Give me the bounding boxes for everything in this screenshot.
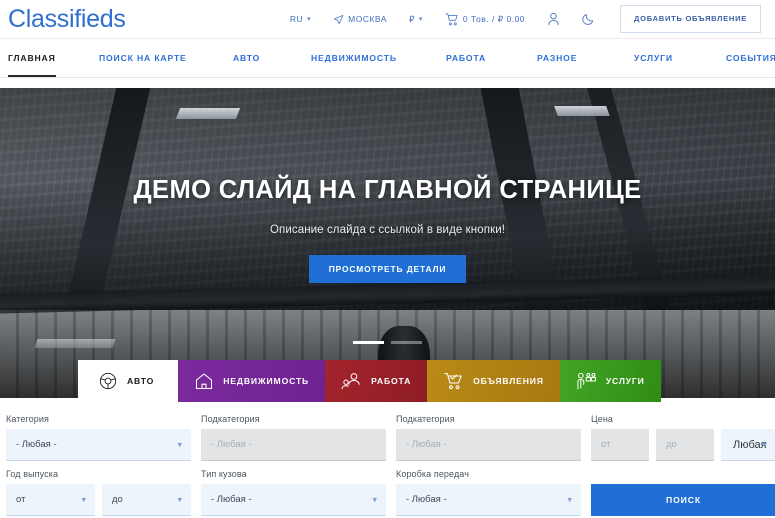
city-selector[interactable]: МОСКВА bbox=[322, 14, 398, 25]
location-arrow-icon bbox=[333, 14, 344, 25]
slider-dot-2[interactable] bbox=[391, 341, 422, 344]
language-label: RU bbox=[289, 14, 304, 24]
nav-item-events[interactable]: СОБЫТИЯ bbox=[726, 39, 775, 77]
city-label: МОСКВА bbox=[348, 14, 387, 24]
subcategory-2-input[interactable] bbox=[396, 429, 581, 461]
chevron-down-icon: ▾ bbox=[418, 15, 423, 23]
nav-item-realty[interactable]: НЕДВИЖИМОСТЬ bbox=[311, 39, 397, 77]
user-icon bbox=[547, 12, 560, 26]
field-submit: ПОИСК bbox=[591, 469, 775, 516]
search-form-row-1: Категория ▾ Подкатегория Подкатегори bbox=[6, 414, 775, 461]
year-to-select[interactable] bbox=[102, 484, 191, 516]
chevron-down-icon: ▾ bbox=[307, 15, 312, 23]
steering-wheel-icon bbox=[98, 371, 118, 391]
search-button[interactable]: ПОИСК bbox=[591, 484, 775, 516]
search-form: Категория ▾ Подкатегория Подкатегори bbox=[0, 408, 775, 518]
field-label-year: Год выпуска bbox=[6, 469, 59, 479]
gearbox-select[interactable] bbox=[396, 484, 581, 516]
nav-item-auto[interactable]: АВТО bbox=[233, 39, 260, 77]
price-currency-select[interactable] bbox=[721, 429, 775, 461]
add-listing-button[interactable]: ДОБАВИТЬ ОБЪЯВЛЕНИЕ bbox=[620, 5, 761, 33]
nav-item-services[interactable]: УСЛУГИ bbox=[634, 39, 673, 77]
cart-check-icon bbox=[443, 371, 464, 391]
hero-title: ДЕМО СЛАЙД НА ГЛАВНОЙ СТРАНИЦЕ bbox=[133, 176, 642, 204]
field-subcategory-1: Подкатегория bbox=[201, 414, 386, 461]
category-tab-bar: АВТО НЕДВИЖИМОСТЬ РАБОТА ОБЪЯВЛЕНИЯ УСЛУ… bbox=[78, 360, 661, 402]
category-tab-label: УСЛУГИ bbox=[605, 376, 645, 386]
hero-slider: ДЕМО СЛАЙД НА ГЛАВНОЙ СТРАНИЦЕ Описание … bbox=[0, 88, 775, 398]
slider-dot-1[interactable] bbox=[353, 341, 384, 344]
subcategory-1-input[interactable] bbox=[201, 429, 386, 461]
main-navigation: ГЛАВНАЯ ПОИСК НА КАРТЕ АВТО НЕДВИЖИМОСТЬ… bbox=[0, 38, 775, 78]
search-form-row-2: Год выпуска ▾ ▾ Тип кузова bbox=[6, 469, 775, 516]
service-person-icon bbox=[576, 371, 597, 391]
currency-label: ₽ bbox=[408, 13, 415, 24]
category-tab-label: НЕДВИЖИМОСТЬ bbox=[223, 376, 310, 386]
category-tab-label: РАБОТА bbox=[371, 376, 412, 386]
category-tab-realty[interactable]: НЕДВИЖИМОСТЬ bbox=[178, 360, 326, 402]
year-from-select[interactable] bbox=[6, 484, 95, 516]
page-root: Classifieds RU ▾ МОСКВА ₽ ▾ 0 Тов. / ₽ 0… bbox=[0, 0, 775, 518]
category-tab-label: АВТО bbox=[127, 376, 155, 386]
nav-item-home[interactable]: ГЛАВНАЯ bbox=[8, 39, 56, 77]
field-gearbox: Коробка передач ▾ bbox=[396, 469, 581, 516]
category-tab-label: ОБЪЯВЛЕНИЯ bbox=[473, 376, 544, 386]
field-body-type: Тип кузова ▾ bbox=[201, 469, 386, 516]
nav-item-map-search[interactable]: ПОИСК НА КАРТЕ bbox=[99, 39, 187, 77]
language-selector[interactable]: RU ▾ bbox=[279, 14, 322, 24]
currency-selector[interactable]: ₽ ▾ bbox=[398, 14, 434, 25]
category-tab-jobs[interactable]: РАБОТА bbox=[325, 360, 428, 402]
header-utilities: RU ▾ МОСКВА ₽ ▾ 0 Тов. / ₽ 0.00 ДОБАВИТЬ… bbox=[279, 5, 761, 33]
field-category: Категория ▾ bbox=[6, 414, 191, 461]
price-from-input[interactable] bbox=[591, 429, 649, 461]
cart-total: 0 Тов. / ₽ 0.00 bbox=[462, 13, 526, 24]
category-tab-ads[interactable]: ОБЪЯВЛЕНИЯ bbox=[427, 360, 560, 402]
moon-icon bbox=[582, 12, 595, 26]
field-price: Цена ▾ bbox=[591, 414, 775, 461]
hero-subtitle: Описание слайда с ссылкой в виде кнопки! bbox=[269, 224, 506, 236]
field-label-gearbox: Коробка передач bbox=[396, 469, 469, 479]
field-label-spacer bbox=[591, 469, 775, 479]
theme-toggle[interactable] bbox=[571, 12, 606, 26]
people-icon bbox=[341, 371, 362, 391]
field-subcategory-2: Подкатегория bbox=[396, 414, 581, 461]
price-to-input[interactable] bbox=[656, 429, 714, 461]
field-label-price: Цена bbox=[591, 414, 614, 424]
category-tab-services[interactable]: УСЛУГИ bbox=[559, 360, 661, 402]
house-icon bbox=[194, 371, 214, 391]
body-type-select[interactable] bbox=[201, 484, 386, 516]
field-label-subcategory-1: Подкатегория bbox=[201, 414, 260, 424]
category-select[interactable] bbox=[6, 429, 191, 461]
cart-icon bbox=[445, 12, 459, 26]
field-label-subcategory-2: Подкатегория bbox=[396, 414, 455, 424]
field-label-body-type: Тип кузова bbox=[201, 469, 247, 479]
slider-pagination bbox=[0, 341, 775, 344]
site-logo[interactable]: Classifieds bbox=[8, 5, 126, 34]
cart-widget[interactable]: 0 Тов. / ₽ 0.00 bbox=[434, 12, 536, 26]
nav-item-jobs[interactable]: РАБОТА bbox=[446, 39, 486, 77]
top-header: Classifieds RU ▾ МОСКВА ₽ ▾ 0 Тов. / ₽ 0… bbox=[0, 0, 775, 38]
field-label-category: Категория bbox=[6, 414, 49, 424]
category-tab-auto[interactable]: АВТО bbox=[78, 360, 179, 402]
field-year: Год выпуска ▾ ▾ bbox=[6, 469, 191, 516]
hero-content: ДЕМО СЛАЙД НА ГЛАВНОЙ СТРАНИЦЕ Описание … bbox=[0, 88, 775, 398]
account-button[interactable] bbox=[536, 12, 571, 26]
nav-item-misc[interactable]: РАЗНОЕ bbox=[537, 39, 577, 77]
hero-cta-button[interactable]: ПРОСМОТРЕТЬ ДЕТАЛИ bbox=[308, 255, 467, 284]
